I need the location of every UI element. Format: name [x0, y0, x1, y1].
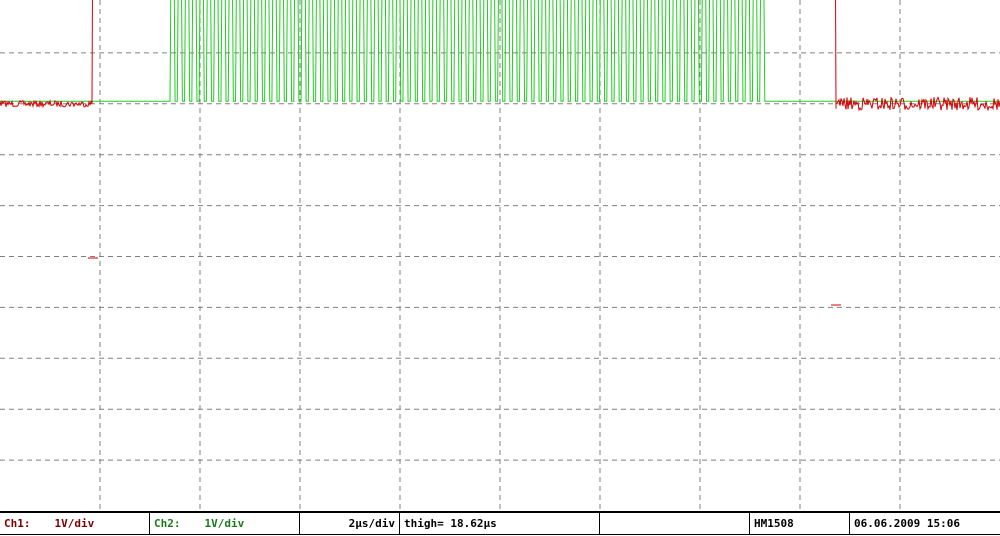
grid [0, 0, 1000, 511]
oscilloscope-screen [0, 0, 1000, 511]
timebase: 2µs/div [300, 513, 400, 534]
ch2-info: Ch2: 1V/div [150, 513, 300, 534]
ch1-label: Ch1: [4, 517, 31, 530]
ch2-scale: 1V/div [204, 517, 245, 530]
datetime: 06.06.2009 15:06 [854, 517, 960, 530]
model: HM1508 [750, 513, 850, 534]
status-bar: Ch1: 1V/div Ch2: 1V/div 2µs/div thigh= 1… [0, 511, 1000, 535]
measurement: thigh= 18.62µs [400, 513, 600, 534]
empty-cell [600, 513, 750, 534]
ch1-scale: 1V/div [54, 517, 95, 530]
ch2-label: Ch2: [154, 517, 181, 530]
ch1-info: Ch1: 1V/div [0, 513, 150, 534]
ch2-trace [0, 0, 1000, 102]
